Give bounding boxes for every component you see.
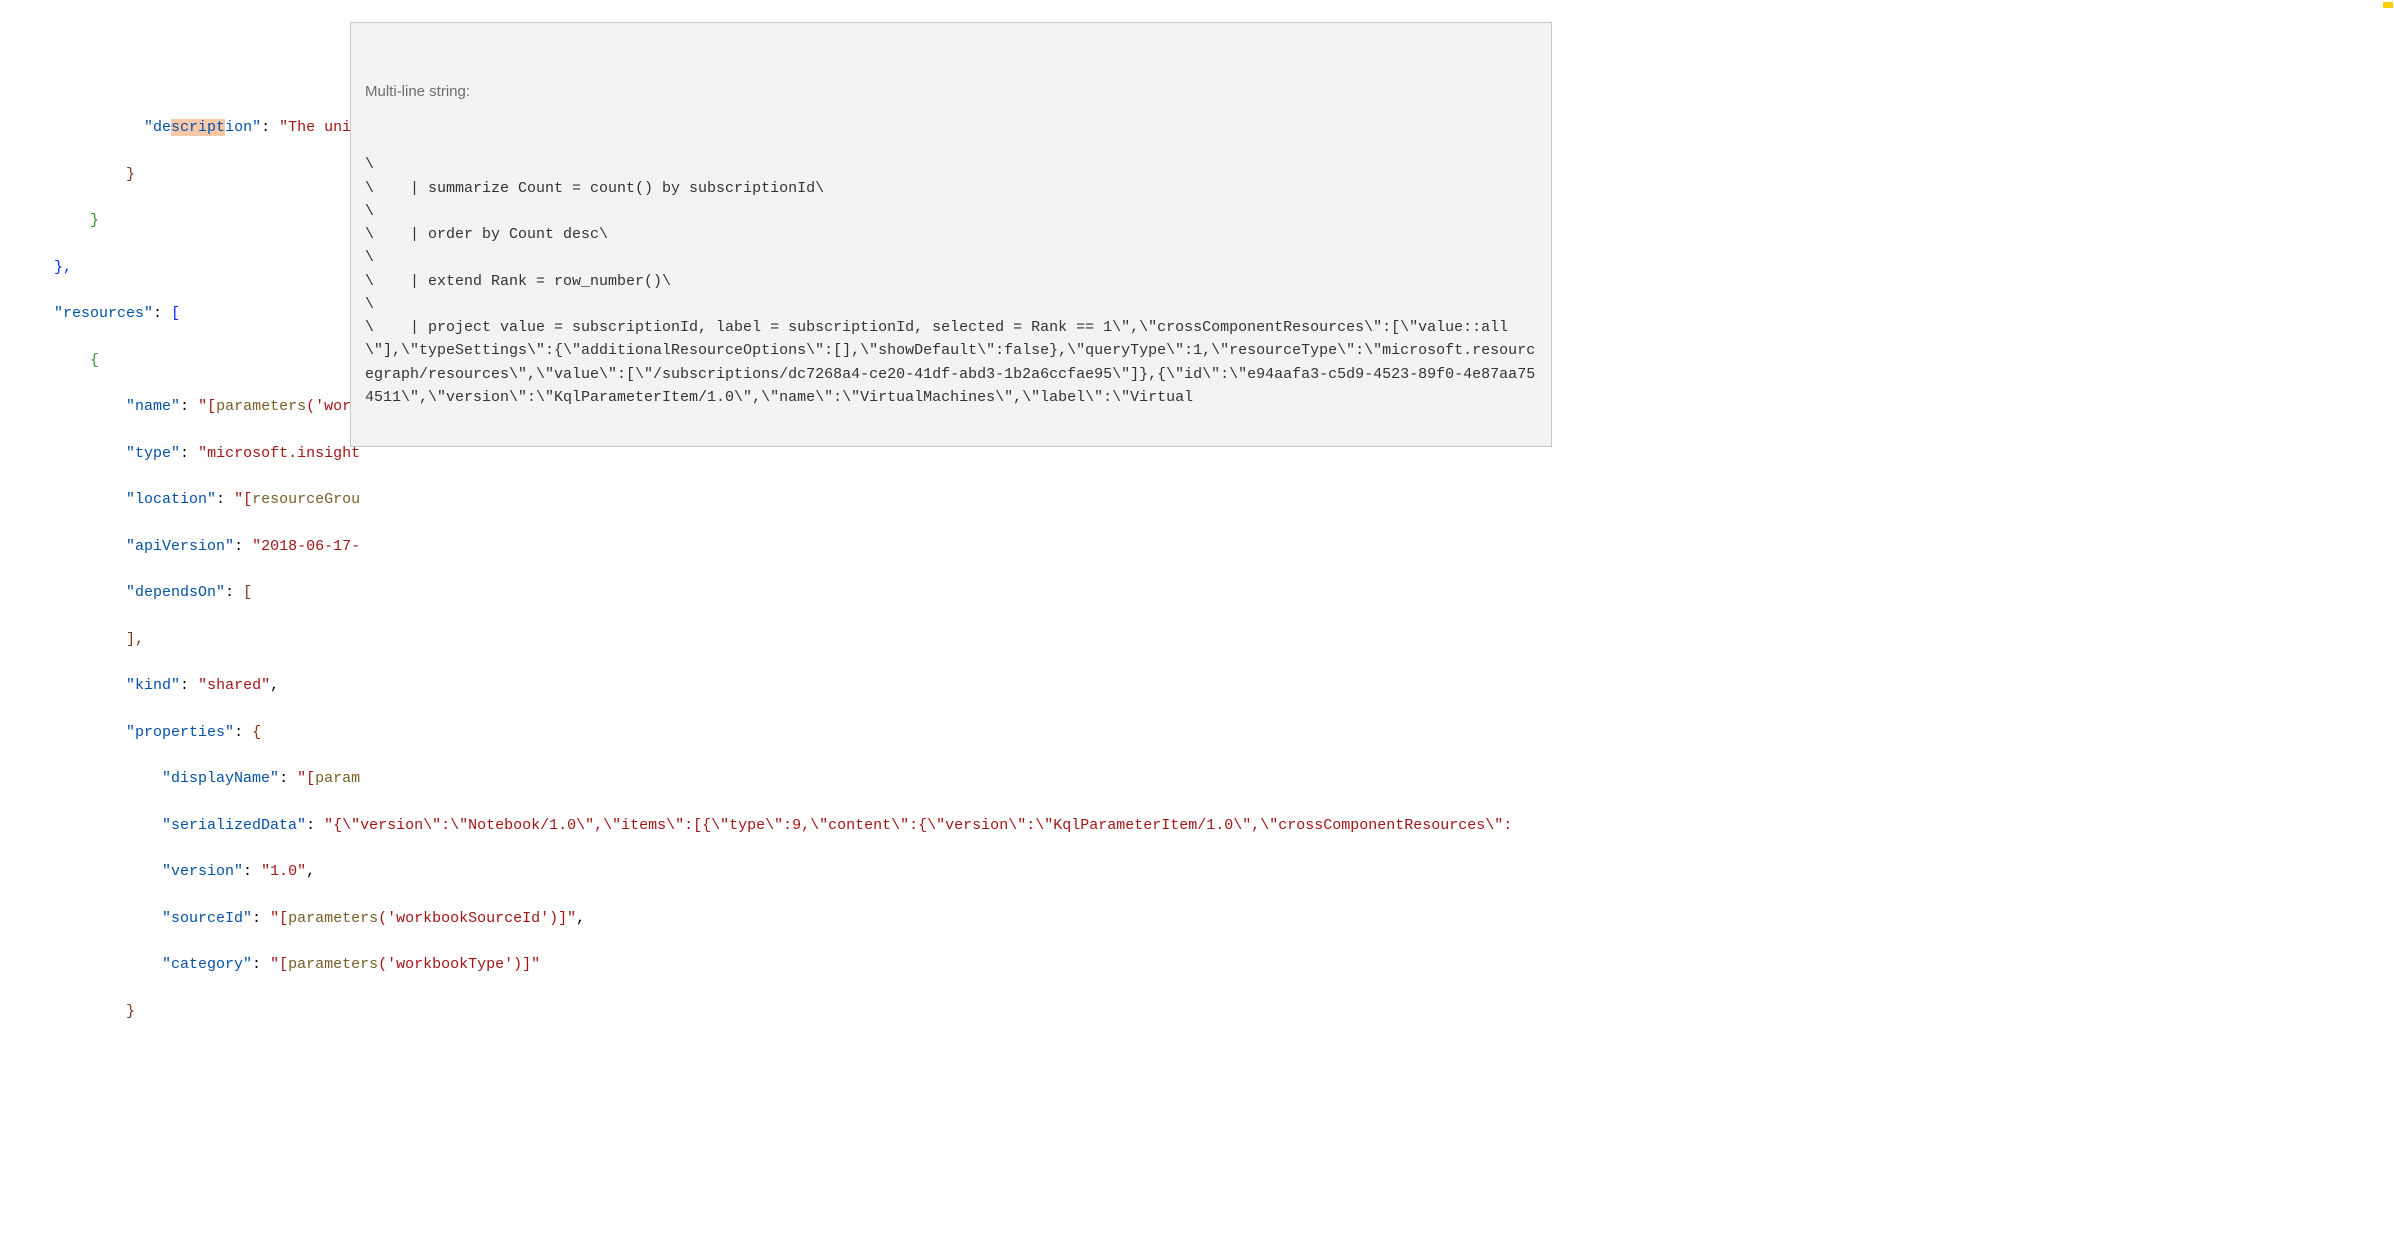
minimap-warning-marker	[2383, 2, 2393, 8]
json-key: "sourceId"	[162, 910, 252, 927]
json-key: "dependsOn"	[126, 584, 225, 601]
json-key: "displayName"	[162, 770, 279, 787]
json-string: "{\"version\":\"Notebook/1.0\",\"items\"…	[324, 817, 1512, 834]
tooltip-title: Multi-line string:	[365, 80, 1537, 103]
json-key: "description"	[144, 119, 261, 136]
json-key: "category"	[162, 956, 252, 973]
json-key: "resources"	[54, 305, 153, 322]
brace-close: },	[54, 259, 72, 276]
json-key: "kind"	[126, 677, 180, 694]
json-key: "properties"	[126, 724, 234, 741]
json-key: "type"	[126, 445, 180, 462]
bracket-close: ],	[126, 631, 144, 648]
hover-tooltip: Multi-line string: \ \ | summarize Count…	[350, 22, 1552, 447]
json-string: "2018-06-17-	[252, 538, 360, 555]
brace-close: }	[126, 1003, 135, 1020]
json-key: "apiVersion"	[126, 538, 234, 555]
tooltip-body: \ \ | summarize Count = count() by subsc…	[365, 153, 1537, 409]
json-key: "version"	[162, 863, 243, 880]
json-key: "serializedData"	[162, 817, 306, 834]
json-key: "location"	[126, 491, 216, 508]
json-key: "name"	[126, 398, 180, 415]
brace-open: {	[90, 352, 99, 369]
json-string: "1.0"	[261, 863, 306, 880]
text-selection: script	[171, 119, 225, 136]
json-string: "microsoft.insight	[198, 445, 360, 462]
json-string: "shared"	[198, 677, 270, 694]
